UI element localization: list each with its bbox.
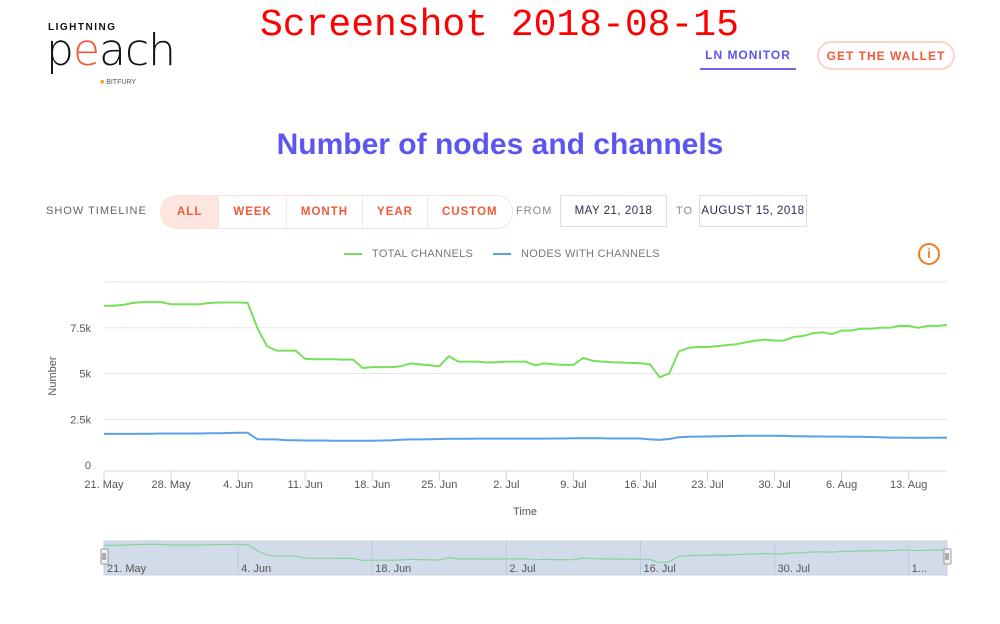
x-tick-label: 11. Jun [288, 479, 323, 491]
navigator-tick-label: 18. Jun [375, 563, 411, 575]
line-chart: 0 2.5k 5k 7.5k Number 21. May 28. May 4. Jun 1… [47, 281, 952, 576]
x-tick-label: 6. Aug [826, 479, 857, 491]
navigator-tick-label: 16. Jul [643, 563, 675, 575]
x-tick-label: 25. Jun [421, 479, 457, 491]
x-axis-ticks: 21. May 28. May 4. Jun 11. Jun 18. Jun 25. Ju… [84, 471, 927, 491]
x-tick-label: 4. Jun [223, 479, 253, 491]
x-tick-label: 30. Jul [758, 479, 790, 491]
navigator: 21. May 4. Jun 18. Jun 2. Jul 16. Jul 30. Jul… [100, 540, 952, 576]
y-tick-label: 2.5k [70, 414, 91, 426]
series-line-nodes-with-channels[interactable] [104, 431, 948, 442]
navigator-tick-label: 1... [912, 563, 927, 575]
series-lines [104, 301, 948, 442]
x-tick-label: 23. Jul [691, 479, 723, 491]
x-tick-label: 16. Jul [624, 479, 656, 491]
x-tick-label: 21. May [84, 479, 124, 491]
x-tick-label: 9. Jul [560, 479, 586, 491]
y-tick-label: 7.5k [70, 323, 91, 335]
navigator-tick-label: 2. Jul [509, 563, 535, 575]
navigator-tick-label: 4. Jun [241, 563, 271, 575]
y-axis-title: Number [47, 356, 59, 395]
series-line-total-channels[interactable] [104, 301, 948, 379]
navigator-tick-label: 30. Jul [778, 563, 810, 575]
y-tick-label: 0 [85, 460, 91, 472]
x-tick-label: 13. Aug [890, 479, 927, 491]
y-tick-label: 5k [79, 369, 91, 381]
y-axis-ticks: 0 2.5k 5k 7.5k [70, 323, 91, 472]
x-tick-label: 18. Jun [354, 479, 390, 491]
x-tick-label: 2. Jul [493, 479, 519, 491]
x-tick-label: 28. May [151, 479, 191, 491]
navigator-tick-label: 21. May [107, 563, 147, 575]
x-axis-title: Time [513, 506, 537, 518]
